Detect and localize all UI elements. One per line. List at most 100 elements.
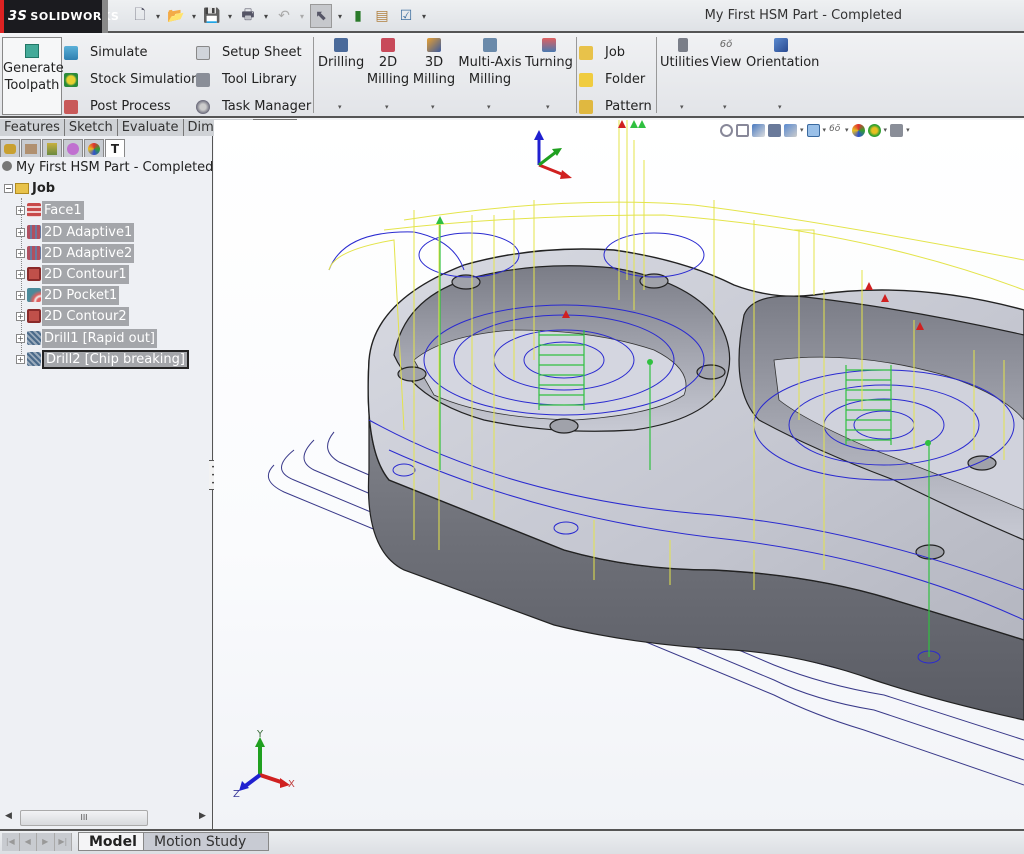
options-icon[interactable]: ☑ [396, 6, 416, 26]
job-button[interactable]: Job [579, 39, 652, 66]
tab-features[interactable]: Features [0, 119, 65, 136]
tree-job[interactable]: − Job [4, 181, 55, 196]
tree-root-part[interactable]: My First HSM Part - Completed ( [2, 160, 212, 175]
tab-sketch[interactable]: Sketch [64, 119, 118, 136]
tree-operation-face1[interactable]: + Face1 [16, 200, 84, 220]
graphics-viewport[interactable]: ▾ ▾ 6ŏ ▾ ▾ ▾ Y X Z [214, 120, 1024, 829]
multi-axis-milling-button[interactable]: Multi-Axis Milling ▾ [458, 37, 522, 111]
tree-operation-drill1[interactable]: + Drill1 [Rapid out] [16, 328, 157, 348]
stock-simulation-label: Stock Simulation [90, 72, 200, 87]
orientation-label: Orientation [746, 55, 820, 70]
tool-library-button[interactable]: Tool Library [196, 66, 311, 93]
multi-axis-milling-dropdown[interactable]: ▾ [487, 103, 491, 111]
expand-icon[interactable]: + [16, 333, 25, 343]
pattern-icon [579, 99, 593, 114]
expand-icon[interactable]: + [16, 227, 25, 237]
expand-icon[interactable]: + [16, 205, 25, 215]
tab-model[interactable]: Model [78, 832, 148, 851]
tab-motion-study-1[interactable]: Motion Study 1 [143, 832, 269, 854]
tab-scroll-arrows: |◀ ◀ ▶ ▶| [2, 833, 72, 851]
post-process-button[interactable]: Post Process [64, 93, 199, 120]
2d-milling-button[interactable]: 2D Milling ▾ [366, 37, 410, 111]
generate-toolpath-button[interactable]: Generate Toolpath [2, 37, 64, 115]
tree-operation-drill2[interactable]: + Drill2 [Chip breaking] [16, 349, 189, 369]
setup-sheet-icon [196, 45, 210, 60]
pattern-button[interactable]: Pattern [579, 93, 652, 120]
save-icon[interactable]: 💾 [202, 6, 222, 26]
task-manager-button[interactable]: Task Manager [196, 93, 311, 120]
open-folder-icon[interactable]: 📂 [166, 6, 186, 26]
expand-icon[interactable]: + [16, 311, 25, 321]
tree-operation-2d-adaptive2[interactable]: + 2D Adaptive2 [16, 243, 135, 263]
multi-axis-milling-label: Multi-Axis Milling [458, 55, 522, 87]
orientation-cube-icon [774, 38, 788, 52]
cam-manager-icon[interactable]: T [105, 139, 125, 157]
drilling-dropdown[interactable]: ▾ [338, 103, 342, 111]
3d-milling-dropdown[interactable]: ▾ [431, 103, 435, 111]
prev-tab-arrow[interactable]: ◀ [20, 833, 37, 851]
simulate-button[interactable]: Simulate [64, 39, 199, 66]
scroll-right-arrow[interactable]: ▶ [199, 811, 206, 821]
drilling-button[interactable]: Drilling ▾ [318, 37, 364, 111]
2d-milling-dropdown[interactable]: ▾ [385, 103, 389, 111]
menu-expand-arrow[interactable] [102, 0, 108, 33]
open-dropdown[interactable]: ▾ [190, 12, 198, 21]
print-dropdown[interactable]: ▾ [262, 12, 270, 21]
display-manager-icon[interactable] [84, 139, 104, 157]
triad-z-label: Z [233, 789, 240, 800]
expand-icon[interactable]: + [16, 290, 25, 300]
setup-sheet-button[interactable]: Setup Sheet [196, 39, 311, 66]
view-label: View [710, 55, 742, 70]
select-dropdown[interactable]: ▾ [336, 12, 344, 21]
view-button[interactable]: 6ŏ View ▾ [710, 37, 742, 111]
3d-milling-button[interactable]: 3D Milling ▾ [412, 37, 456, 111]
utilities-button[interactable]: Utilities ▾ [660, 37, 709, 111]
turning-dropdown[interactable]: ▾ [546, 103, 550, 111]
tree-operation-2d-adaptive1[interactable]: + 2D Adaptive1 [16, 222, 135, 242]
2d-milling-icon [381, 38, 395, 52]
job-label: Job [32, 181, 56, 196]
solidworks-logo[interactable]: 3S SOLIDWORKS [0, 0, 119, 33]
view-dropdown[interactable]: ▾ [723, 103, 727, 111]
feature-manager-icon[interactable] [0, 139, 20, 157]
job-column: Job Folder Pattern [579, 39, 652, 120]
generate-toolpath-label: Generate Toolpath [3, 61, 64, 93]
ribbon-divider [656, 37, 657, 113]
scroll-left-arrow[interactable]: ◀ [5, 811, 12, 821]
folder-button[interactable]: Folder [579, 66, 652, 93]
tab-evaluate[interactable]: Evaluate [117, 119, 184, 136]
horizontal-scrollbar[interactable]: ◀ III ▶ [0, 807, 212, 827]
dimxpert-manager-icon[interactable] [63, 139, 83, 157]
rebuild-traffic-light-icon[interactable]: ▮ [348, 6, 368, 26]
expand-icon[interactable]: + [16, 354, 25, 364]
tree-operation-2d-pocket1[interactable]: + 2D Pocket1 [16, 285, 120, 305]
save-dropdown[interactable]: ▾ [226, 12, 234, 21]
first-tab-arrow[interactable]: |◀ [2, 833, 20, 851]
orientation-button[interactable]: Orientation ▾ [746, 37, 820, 111]
select-pointer-icon[interactable]: ⬉ [310, 4, 332, 28]
new-document-icon[interactable]: 🗋 [130, 6, 150, 26]
view-glasses-icon: 6ŏ [719, 39, 733, 50]
configuration-manager-icon[interactable] [42, 139, 62, 157]
scrollbar-thumb[interactable]: III [20, 810, 148, 826]
generate-toolpath-icon [25, 44, 39, 58]
property-manager-icon[interactable] [21, 139, 41, 157]
expand-icon[interactable]: + [16, 248, 25, 258]
stock-simulation-button[interactable]: Stock Simulation [64, 66, 199, 93]
print-icon[interactable]: 🖶 [238, 6, 258, 26]
undo-icon[interactable]: ↶ [274, 6, 294, 26]
undo-dropdown[interactable]: ▾ [298, 12, 306, 21]
last-tab-arrow[interactable]: ▶| [55, 833, 72, 851]
next-tab-arrow[interactable]: ▶ [37, 833, 55, 851]
utilities-dropdown[interactable]: ▾ [680, 103, 684, 111]
file-properties-icon[interactable]: ▤ [372, 6, 392, 26]
tree-operation-2d-contour2[interactable]: + 2D Contour2 [16, 306, 129, 326]
folder-icon [579, 72, 593, 87]
new-dropdown[interactable]: ▾ [154, 12, 162, 21]
turning-button[interactable]: Turning ▾ [524, 37, 574, 111]
orientation-dropdown[interactable]: ▾ [778, 103, 782, 111]
expand-icon[interactable]: + [16, 269, 25, 279]
options-dropdown[interactable]: ▾ [420, 12, 428, 21]
tree-operation-2d-contour1[interactable]: + 2D Contour1 [16, 264, 129, 284]
collapse-icon[interactable]: − [4, 184, 13, 193]
